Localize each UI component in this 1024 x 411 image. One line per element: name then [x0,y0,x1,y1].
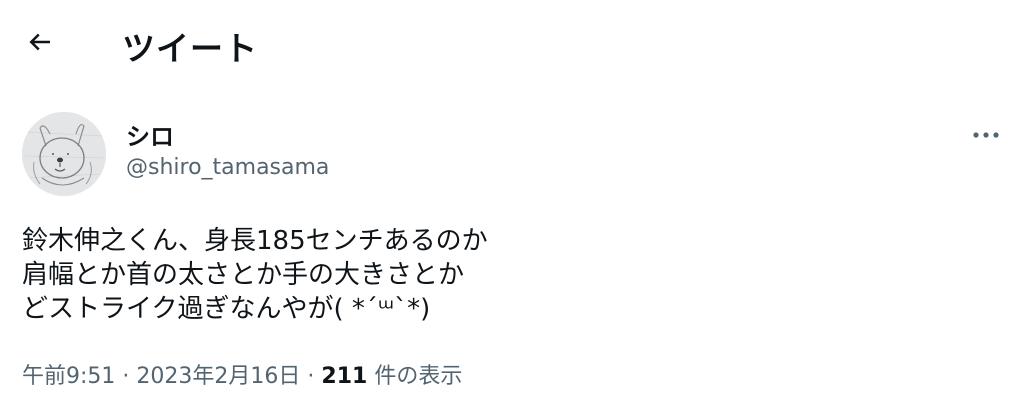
more-options-button[interactable] [966,118,1006,148]
back-button[interactable] [20,24,60,64]
dog-sketch-avatar-icon [22,112,106,196]
views-count: 211 [321,364,368,389]
tweet-meta: 午前9:51 · 2023年2月16日 · 211 件の表示 [22,358,462,390]
more-horizontal-icon [971,124,1001,143]
meta-separator: · [307,364,315,389]
avatar[interactable] [22,112,106,196]
tweet-line: 肩幅とか首の太さとか手の大きさとか [22,260,465,290]
arrow-left-icon [25,27,55,61]
tweet-line: どストライク過ぎなんやが( *´ᵚ`*) [22,294,431,324]
tweet-line: 鈴木伸之くん、身長185センチあるのか [22,226,488,256]
author-handle[interactable]: @shiro_tamasama [126,155,329,180]
meta-separator: · [122,364,130,389]
page-title: ツイート [122,29,258,68]
views-label: 件の表示 [374,364,463,389]
tweet-date[interactable]: 2023年2月16日 [136,364,300,389]
tweet-text: 鈴木伸之くん、身長185センチあるのか 肩幅とか首の太さとか手の大きさとか どス… [22,224,922,326]
tweet-header: ツイート [0,0,1024,90]
author-display-name[interactable]: シロ [126,117,174,152]
tweet-time[interactable]: 午前9:51 [22,364,115,389]
